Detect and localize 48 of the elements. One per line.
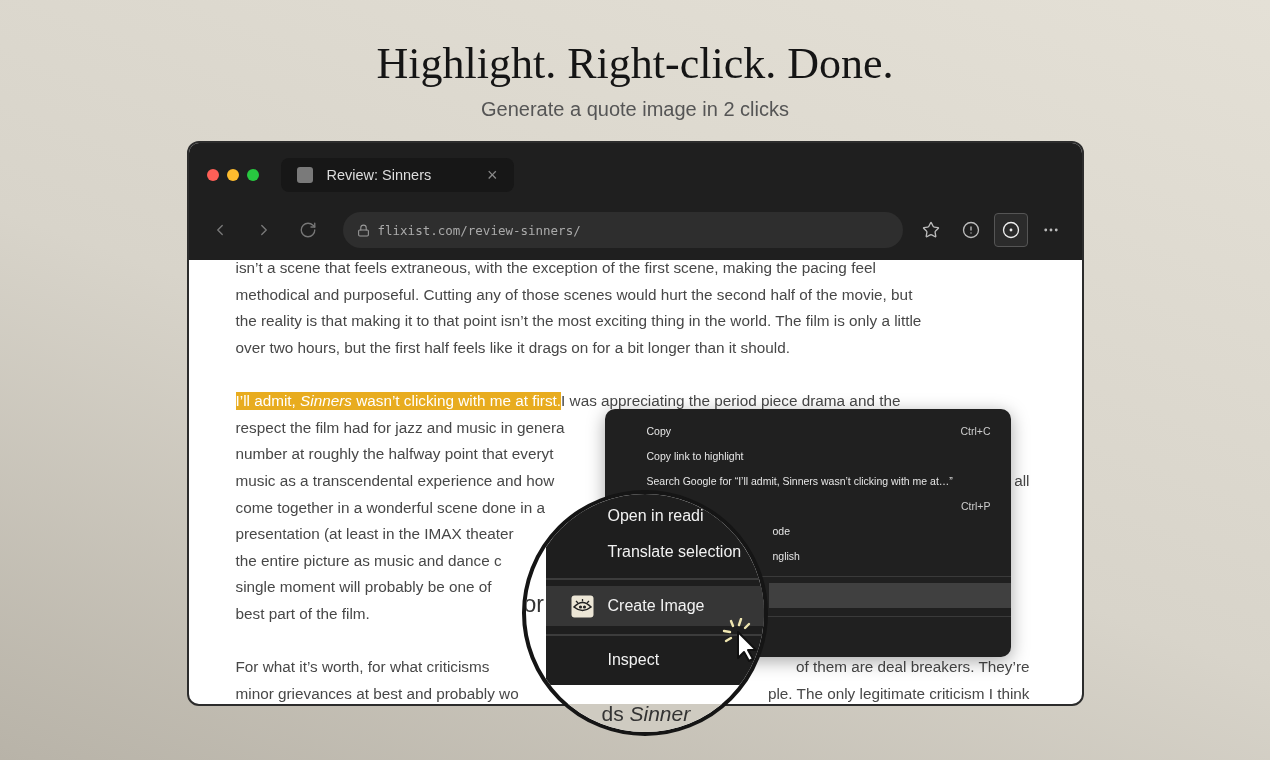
menu-item[interactable]: ode <box>768 518 1011 543</box>
article-text: methodical and purposeful. Cutting any of those scenes would hurt the second half of the movie, but <box>235 285 913 304</box>
article-text: all <box>1014 472 1030 491</box>
magnified-menu-item[interactable]: Open in readi <box>545 498 704 534</box>
menu-item[interactable]: Ctrl+P <box>768 493 1011 518</box>
menu-item[interactable]: Search Google for “I’ll admit, Sinners wasn’t clicking with me at…” <box>604 468 1011 493</box>
target-icon <box>1001 221 1020 239</box>
subheadline: Generate a quote image in 2 clicks <box>481 97 789 122</box>
magnified-text: ds Sinner <box>601 702 691 726</box>
tab-title: Review: Sinners <box>326 167 433 183</box>
shortcut-text: Ctrl+P <box>961 499 991 512</box>
article-text: the reality is that making it to that point isn’t the most exciting thing in the world. The film is only a little <box>235 312 922 331</box>
article-text: come together in a wonderful scene done in a <box>235 498 546 517</box>
article-text: music as a transcendental experience and how <box>235 472 555 491</box>
minimize-window-button[interactable] <box>226 169 239 181</box>
tab-close-button[interactable]: × <box>487 164 498 186</box>
article-text: over two hours, but the first half feels like it drags on for a bit longer than it should. <box>235 339 790 358</box>
article-text: I was appreciating the period piece drama and the <box>561 392 901 411</box>
magnified-menu-item[interactable]: Create Image <box>545 586 764 626</box>
star-icon[interactable] <box>921 221 940 239</box>
extension-button[interactable] <box>993 213 1028 247</box>
reload-icon[interactable] <box>298 221 317 239</box>
lock-icon <box>356 223 370 237</box>
article-text: single moment will probably be one of <box>235 578 492 597</box>
headline: Highlight. Right-click. Done. <box>376 38 894 90</box>
highlighted-text: I’ll admit, Sinners wasn’t clicking with me at first. <box>235 392 562 411</box>
close-window-button[interactable] <box>206 169 219 181</box>
article-text: minor grievances at best and probably wo <box>235 684 519 703</box>
article-text: isn’t a scene that feels extraneous, with the exception of the first scene, making the pacing feel <box>235 260 876 278</box>
favicon-icon <box>296 167 313 183</box>
maximize-window-button[interactable] <box>246 169 259 181</box>
article-text: ple. The only legitimate criticism I think <box>767 684 1030 703</box>
article-text: best part of the film. <box>235 605 370 623</box>
article-text: respect the film had for jazz and music in genera <box>235 418 565 437</box>
alert-icon[interactable] <box>961 221 980 239</box>
article-text: the entire picture as music and dance c <box>235 551 502 570</box>
shortcut-text: Ctrl+C <box>960 424 991 437</box>
magnified-menu-item[interactable]: Translate selection <box>545 534 742 570</box>
menu-item[interactable]: Copy link to highlight <box>604 443 1011 468</box>
menu-item[interactable]: Copy Ctrl+C <box>604 418 1011 443</box>
address-bar[interactable]: flixist.com/review-sinners/ <box>342 212 903 248</box>
menu-item[interactable]: nglish <box>768 543 1011 568</box>
article-text: presentation (at least in the IMAX theater <box>235 525 514 544</box>
article-text: of them are deal breakers. They’re <box>795 658 1030 677</box>
browser-tab[interactable]: Review: Sinners × <box>280 158 514 192</box>
article-text: For what it’s worth, for what criticisms <box>235 658 490 677</box>
article-text: number at roughly the halfway point that everyt <box>235 445 554 464</box>
magnified-menu-item[interactable]: Inspect <box>545 642 660 678</box>
